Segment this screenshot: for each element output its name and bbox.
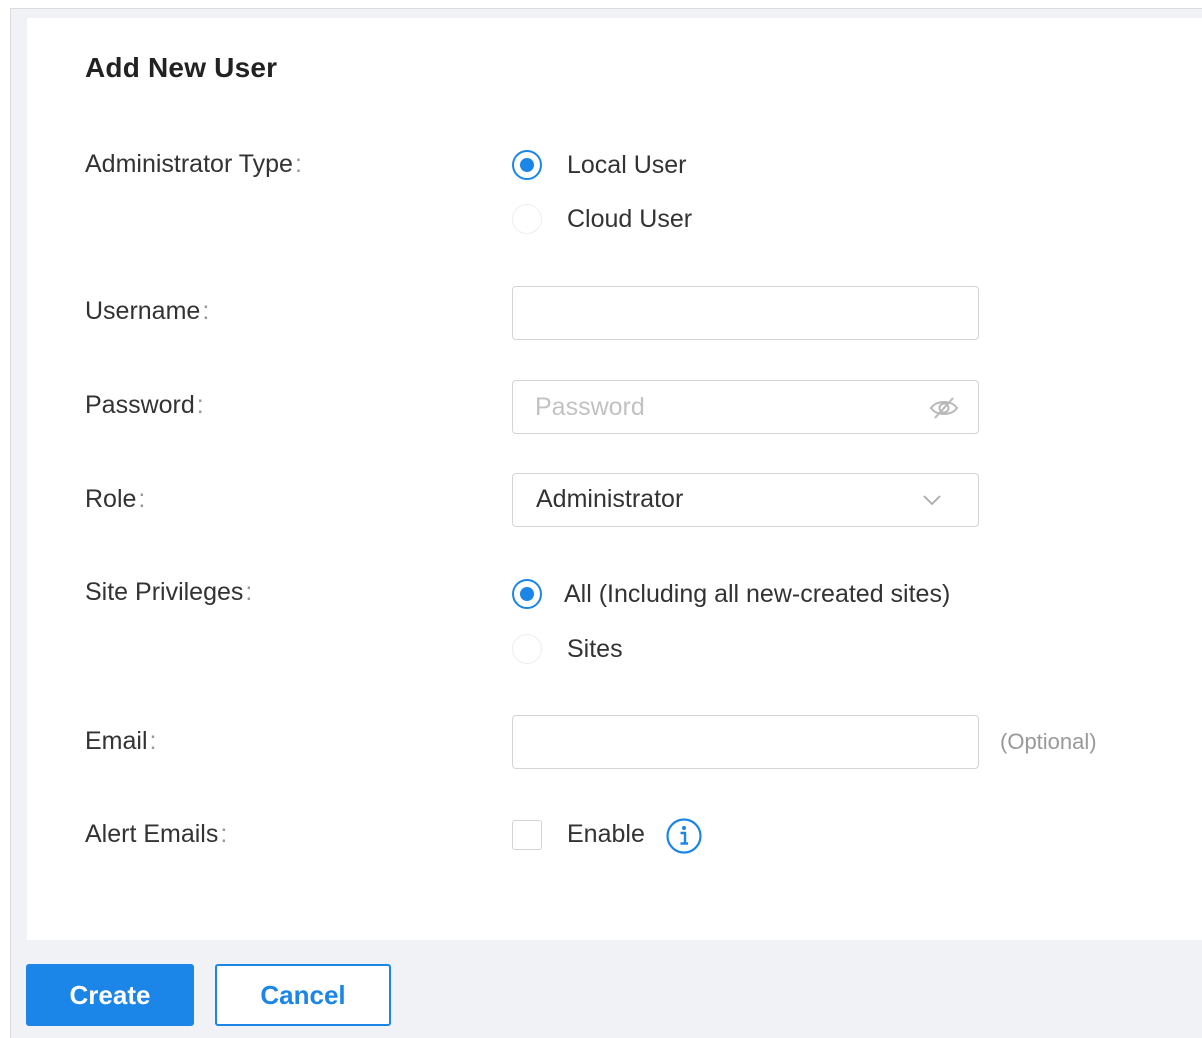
radio-sites-label[interactable]: Sites: [567, 635, 623, 664]
enable-alert-emails-label[interactable]: Enable: [567, 820, 645, 849]
enable-alert-emails-checkbox[interactable]: [512, 820, 542, 850]
label-colon: :: [149, 727, 157, 755]
email-input[interactable]: [512, 715, 979, 769]
username-label: Username:: [85, 297, 209, 326]
create-button[interactable]: Create: [26, 964, 194, 1026]
label-colon: :: [138, 485, 146, 513]
site-privileges-label: Site Privileges:: [85, 578, 252, 607]
radio-local-user-label[interactable]: Local User: [567, 151, 687, 180]
email-label-text: Email: [85, 727, 148, 755]
role-select-value: Administrator: [536, 485, 684, 513]
email-label: Email:: [85, 727, 156, 756]
role-select[interactable]: Administrator: [512, 473, 979, 527]
role-label-text: Role: [85, 485, 137, 513]
cancel-button[interactable]: Cancel: [215, 964, 391, 1026]
dialog-title: Add New User: [85, 52, 278, 83]
alert-emails-label: Alert Emails:: [85, 820, 227, 849]
radio-sites[interactable]: Sites: [512, 632, 623, 666]
administrator-type-label: Administrator Type:: [85, 150, 302, 179]
label-colon: :: [220, 820, 228, 848]
label-colon: :: [245, 578, 253, 606]
label-colon: :: [294, 150, 302, 178]
label-colon: :: [196, 391, 204, 419]
password-label-text: Password: [85, 391, 195, 419]
radio-cloud-user[interactable]: Cloud User: [512, 202, 692, 236]
radio-button-unchecked[interactable]: [512, 204, 542, 234]
password-label: Password:: [85, 391, 204, 420]
role-label: Role:: [85, 485, 145, 514]
eye-hidden-icon[interactable]: [928, 394, 960, 422]
site-privileges-label-text: Site Privileges: [85, 578, 244, 606]
radio-button-checked[interactable]: [512, 579, 542, 609]
radio-button-unchecked[interactable]: [512, 634, 542, 664]
label-colon: :: [202, 297, 210, 325]
username-label-text: Username: [85, 297, 201, 325]
chevron-down-icon[interactable]: [920, 488, 944, 512]
radio-local-user[interactable]: Local User: [512, 148, 687, 182]
info-icon[interactable]: [665, 817, 703, 855]
password-input[interactable]: [512, 380, 979, 434]
radio-button-checked[interactable]: [512, 150, 542, 180]
radio-all-sites[interactable]: All (Including all new-created sites): [512, 577, 950, 611]
radio-cloud-user-label[interactable]: Cloud User: [567, 205, 692, 234]
username-input[interactable]: [512, 286, 979, 340]
administrator-type-label-text: Administrator Type: [85, 150, 293, 178]
email-optional-hint: (Optional): [1000, 729, 1097, 754]
radio-all-sites-label[interactable]: All (Including all new-created sites): [564, 580, 950, 609]
alert-emails-label-text: Alert Emails: [85, 820, 219, 848]
